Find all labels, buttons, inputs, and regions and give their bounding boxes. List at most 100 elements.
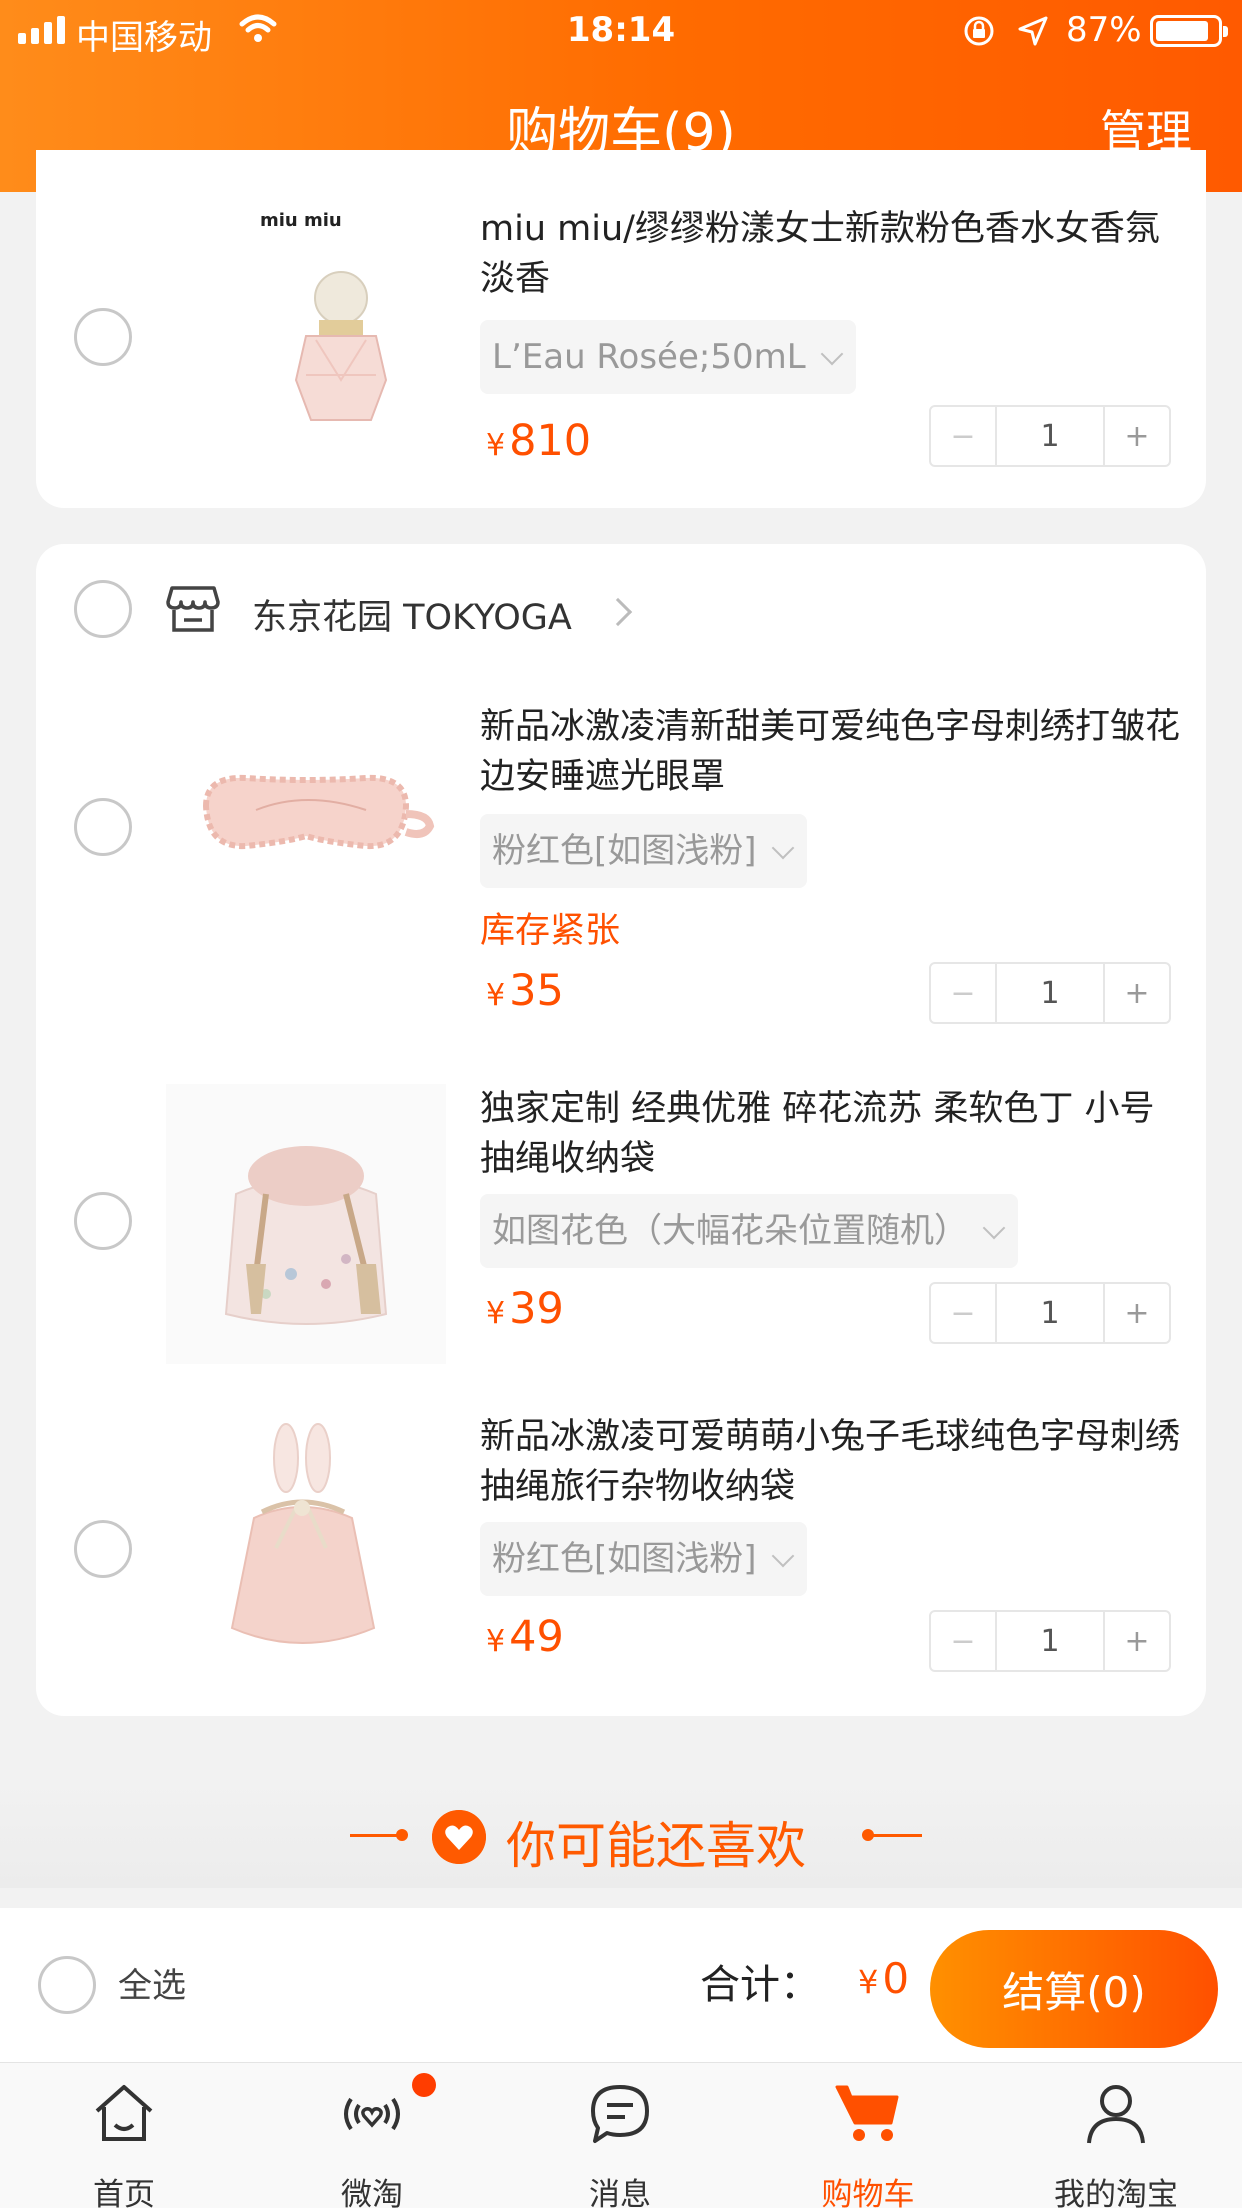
product-image [202, 774, 435, 850]
divider-dot-left [396, 1829, 408, 1841]
product-title[interactable]: 独家定制 经典优雅 碎花流苏 柔软色丁 小号抽绳收纳袋 [480, 1084, 1180, 1184]
shop-name[interactable]: 东京花园 TOKYOGA [252, 589, 572, 640]
chevron-down-icon [771, 836, 794, 860]
cart-card-previous-shop: miu miu miu miu/缪缪粉漾女士新款粉色香水女香氛淡香 L’Eau … [36, 150, 1206, 508]
shop-header: 东京花园 TOKYOGA [36, 544, 1206, 674]
tab-my-taobao[interactable]: 我的淘宝 [992, 2063, 1240, 2208]
product-spec-text: 粉红色[如图浅粉] [492, 831, 757, 871]
select-all-radio[interactable] [38, 1956, 96, 2014]
product-image [230, 1423, 376, 1644]
checkout-button[interactable]: 结算(0) [930, 1930, 1218, 2048]
tab-cart[interactable]: 购物车 [744, 2063, 992, 2208]
chevron-right-icon[interactable] [603, 597, 633, 627]
price-value: 35 [509, 966, 564, 1016]
increase-button[interactable]: + [1103, 407, 1169, 465]
tab-messages[interactable]: 消息 [496, 2063, 744, 2208]
quantity-stepper: − 1 + [929, 1610, 1171, 1672]
currency-symbol: ¥ [486, 1296, 506, 1331]
chevron-down-icon [820, 342, 843, 366]
status-time: 18:14 [566, 10, 676, 50]
store-icon[interactable] [166, 584, 220, 634]
divider-line-right [872, 1834, 922, 1837]
product-spec-text: 粉红色[如图浅粉] [492, 1539, 757, 1579]
profile-icon [1087, 2085, 1145, 2144]
product-spec-selector[interactable]: 粉红色[如图浅粉] [480, 814, 807, 888]
currency-symbol: ¥ [486, 1624, 506, 1659]
tab-label: 消息 [589, 2177, 651, 2208]
shop-select-radio[interactable] [74, 580, 132, 638]
cart-item: 新品冰激凌清新甜美可爱纯色字母刺绣打皱花边安睡遮光眼罩 粉红色[如图浅粉] 库存… [36, 700, 1206, 1040]
decrease-button[interactable]: − [931, 407, 997, 465]
item-select-radio[interactable] [74, 308, 132, 366]
total-value: 0 [882, 1954, 910, 2003]
product-spec-selector[interactable]: 如图花色（大幅花朵位置随机） [480, 1194, 1018, 1268]
price-value: 39 [509, 1284, 564, 1334]
quantity-value[interactable]: 1 [997, 1284, 1103, 1342]
currency-symbol: ¥ [858, 1963, 879, 2001]
increase-button[interactable]: + [1103, 964, 1169, 1022]
status-bar: 中国移动 18:14 87% [0, 0, 1242, 62]
product-spec-text: L’Eau Rosée;50mL [492, 337, 806, 377]
stock-warning: 库存紧张 [480, 911, 621, 951]
item-select-radio[interactable] [74, 798, 132, 856]
product-price: ¥39 [486, 1284, 564, 1334]
quantity-value[interactable]: 1 [997, 1612, 1103, 1670]
message-icon [591, 2085, 649, 2143]
product-title[interactable]: 新品冰激凌清新甜美可爱纯色字母刺绣打皱花边安睡遮光眼罩 [480, 702, 1180, 802]
product-price: ¥35 [486, 966, 564, 1016]
product-title[interactable]: miu miu/缪缪粉漾女士新款粉色香水女香氛淡香 [480, 204, 1180, 304]
tab-bar: 首页 微淘 消息 购物车 我的淘宝 [0, 2062, 1242, 2208]
cart-card-shop: 东京花园 TOKYOGA 新品冰激凌清新甜美可爱纯色字母刺绣打皱花边安睡遮光眼罩… [36, 544, 1206, 1716]
product-spec-text: 如图花色（大幅花朵位置随机） [492, 1211, 968, 1251]
decrease-button[interactable]: − [931, 1612, 997, 1670]
item-select-radio[interactable] [74, 1192, 132, 1250]
quantity-stepper: − 1 + [929, 1282, 1171, 1344]
tab-label: 我的淘宝 [1054, 2177, 1178, 2208]
quantity-stepper: − 1 + [929, 405, 1171, 467]
tab-label: 购物车 [821, 2177, 915, 2208]
divider-line-left [350, 1834, 400, 1837]
quantity-value[interactable]: 1 [997, 964, 1103, 1022]
cart-item: 新品冰激凌可爱萌萌小兔子毛球纯色字母刺绣抽绳旅行杂物收纳袋 粉红色[如图浅粉] … [36, 1412, 1206, 1712]
rotation-lock-icon [964, 16, 994, 46]
product-image: miu miu [260, 210, 388, 421]
product-image [166, 1084, 446, 1364]
cart-item: miu miu miu miu/缪缪粉漾女士新款粉色香水女香氛淡香 L’Eau … [36, 150, 1206, 508]
price-value: 810 [509, 416, 592, 466]
battery-percent: 87% [1066, 10, 1142, 50]
location-icon [1018, 16, 1048, 46]
brand-logo: miu miu [260, 210, 342, 231]
tab-weitao[interactable]: 微淘 [248, 2063, 496, 2208]
quantity-value[interactable]: 1 [997, 407, 1103, 465]
battery-level [1156, 21, 1209, 41]
quantity-stepper: − 1 + [929, 962, 1171, 1024]
item-select-radio[interactable] [74, 1520, 132, 1578]
product-price: ¥49 [486, 1612, 564, 1662]
currency-symbol: ¥ [486, 978, 506, 1013]
recommend-title: 你可能还喜欢 [506, 1817, 806, 1875]
recommend-divider: 你可能还喜欢 [0, 1780, 1242, 1888]
decrease-button[interactable]: − [931, 1284, 997, 1342]
cart-item: 独家定制 经典优雅 碎花流苏 柔软色丁 小号抽绳收纳袋 如图花色（大幅花朵位置随… [36, 1084, 1206, 1400]
price-value: 49 [509, 1612, 564, 1662]
tab-label: 微淘 [341, 2177, 403, 2208]
notification-dot [412, 2073, 436, 2097]
cart-icon [835, 2085, 899, 2141]
select-all-label[interactable]: 全选 [118, 1958, 186, 2007]
product-spec-selector[interactable]: 粉红色[如图浅粉] [480, 1522, 807, 1596]
total-label: 合计： [700, 1962, 820, 2008]
increase-button[interactable]: + [1103, 1284, 1169, 1342]
heart-icon [432, 1810, 486, 1864]
decrease-button[interactable]: − [931, 964, 997, 1022]
product-title[interactable]: 新品冰激凌可爱萌萌小兔子毛球纯色字母刺绣抽绳旅行杂物收纳袋 [480, 1412, 1180, 1512]
increase-button[interactable]: + [1103, 1612, 1169, 1670]
checkout-bar: 全选 合计： ¥0 结算(0) [0, 1908, 1242, 2062]
weitao-icon [344, 2097, 400, 2131]
product-price: ¥810 [486, 416, 591, 466]
tab-label: 首页 [93, 2177, 155, 2208]
currency-symbol: ¥ [486, 428, 506, 463]
product-spec-selector[interactable]: L’Eau Rosée;50mL [480, 320, 856, 394]
tab-home[interactable]: 首页 [0, 2063, 248, 2208]
battery-icon [1150, 15, 1228, 47]
chevron-down-icon [771, 1544, 794, 1568]
